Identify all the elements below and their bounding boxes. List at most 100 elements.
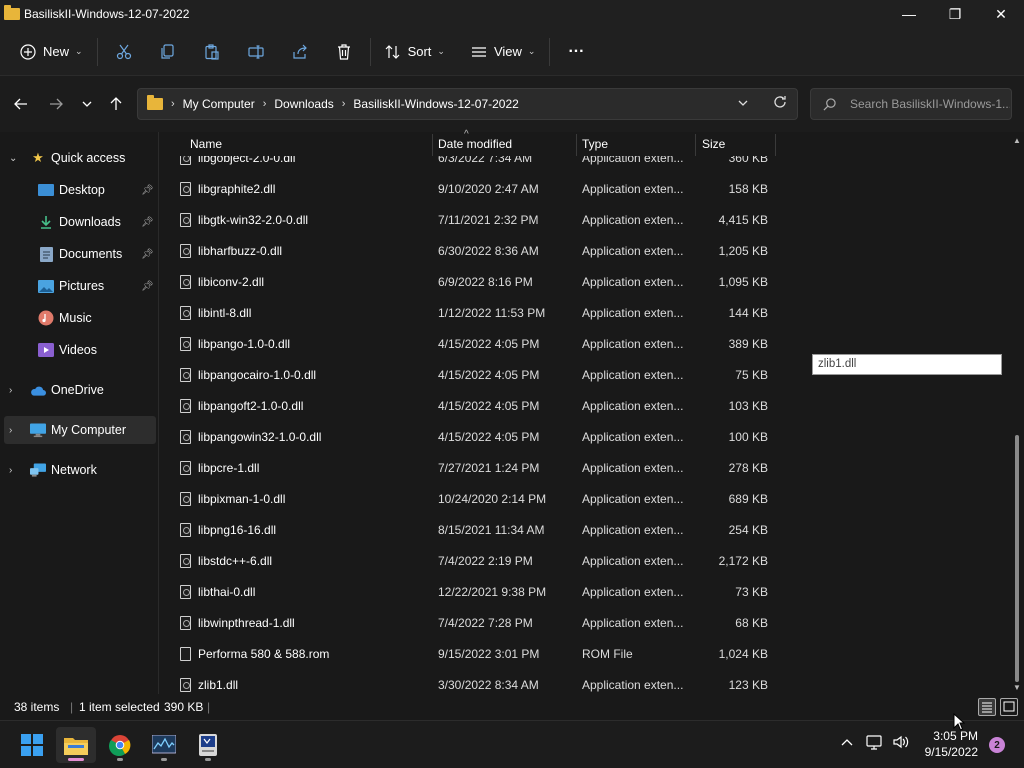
minimize-button[interactable]: — [886,0,932,28]
sidebar-item-onedrive[interactable]: › OneDrive [0,376,156,404]
sidebar-item-pictures[interactable]: Pictures 📌︎ [0,272,156,300]
file-date: 6/9/2022 8:16 PM [438,274,533,289]
network-status-icon[interactable] [866,734,884,753]
breadcrumb-my-computer[interactable]: My Computer [183,97,255,111]
recent-locations-button[interactable] [75,92,99,116]
file-row[interactable]: libpangocairo-1.0-0.dll 4/15/2022 4:05 PM… [162,359,776,390]
back-button[interactable] [9,92,33,116]
column-resize-handle[interactable] [695,134,696,156]
file-name: libintl-8.dll [198,305,252,320]
maximize-button[interactable]: ❐ [932,0,978,28]
refresh-icon[interactable] [773,95,787,113]
chevron-right-icon[interactable]: › [9,385,12,396]
paste-button[interactable] [190,34,234,70]
file-row[interactable]: Performa 580 & 588.rom 9/15/2022 3:01 PM R… [162,638,776,669]
file-row[interactable]: libpango-1.0-0.dll 4/15/2022 4:05 PM Appli… [162,328,776,359]
file-row[interactable]: libgobject-2.0-0.dll 6/3/2022 7:34 AM Appl… [162,156,776,173]
address-dropdown-icon[interactable] [737,97,749,112]
column-resize-handle[interactable] [775,134,776,156]
column-name-header[interactable]: Name [190,132,222,156]
tiles-view-toggle[interactable] [1000,698,1018,716]
close-button[interactable]: ✕ [978,0,1024,28]
file-size: 4,415 KB [718,212,768,227]
sidebar-item-quick-access[interactable]: ⌄ ★ Quick access [0,144,156,172]
sidebar-item-desktop[interactable]: Desktop 📌︎ [0,176,156,204]
more-options-button[interactable]: ··· [554,34,598,70]
videos-icon [38,342,54,358]
column-resize-handle[interactable] [432,134,433,156]
file-name: Performa 580 & 588.rom [198,646,330,661]
column-date-header[interactable]: Date modified [438,132,512,156]
show-hidden-icons-button[interactable] [840,735,854,750]
chevron-right-icon[interactable]: › [9,425,12,436]
breadcrumb-current-folder[interactable]: BasiliskII-Windows-12-07-2022 [353,97,518,111]
sidebar-item-documents[interactable]: Documents 📌︎ [0,240,156,268]
sidebar-item-downloads[interactable]: Downloads 📌︎ [0,208,156,236]
breadcrumb-downloads[interactable]: Downloads [274,97,333,111]
forward-button[interactable] [44,92,68,116]
pin-icon[interactable]: 📌︎ [141,281,154,292]
pin-icon[interactable]: 📌︎ [141,249,154,260]
file-row[interactable]: libstdc++-6.dll 7/4/2022 2:19 PM Applicati… [162,545,776,576]
pin-icon[interactable]: 📌︎ [141,185,154,196]
scroll-down-icon[interactable]: ▼ [1013,683,1021,692]
file-row[interactable]: libharfbuzz-0.dll 6/30/2022 8:36 AM Applic… [162,235,776,266]
volume-icon[interactable] [892,734,910,753]
taskbar-activity-monitor[interactable] [144,727,184,763]
pin-icon[interactable]: 📌︎ [141,217,154,228]
file-row[interactable]: libpcre-1.dll 7/27/2021 1:24 PM Applicatio… [162,452,776,483]
share-button[interactable] [278,34,322,70]
dll-file-icon [180,243,191,258]
sidebar-item-my-computer[interactable]: › My Computer [4,416,156,444]
start-button[interactable] [12,727,52,763]
file-size: 144 KB [728,305,768,320]
chevron-right-icon[interactable]: › [9,465,12,476]
documents-icon [38,246,54,262]
file-date: 3/30/2022 8:34 AM [438,677,539,692]
file-row[interactable]: libwinpthread-1.dll 7/4/2022 7:28 PM Appli… [162,607,776,638]
file-row[interactable]: libiconv-2.dll 6/9/2022 8:16 PM Applicatio… [162,266,776,297]
taskbar-chrome[interactable] [100,727,140,763]
view-button[interactable]: View ⌄ [461,34,546,70]
address-bar[interactable]: › My Computer › Downloads › BasiliskII-W… [137,88,798,120]
sidebar-item-videos[interactable]: Videos [0,336,156,364]
system-clock[interactable]: 3:05 PM 9/15/2022 [925,728,978,760]
filename-tooltip: zlib1.dll [812,354,1002,375]
file-row[interactable]: libthai-0.dll 12/22/2021 9:38 PM Applicati… [162,576,776,607]
new-button[interactable]: New ⌄ [10,34,93,70]
delete-button[interactable] [322,34,366,70]
search-input[interactable] [850,97,1010,111]
file-row[interactable]: libpangoft2-1.0-0.dll 4/15/2022 4:05 PM Ap… [162,390,776,421]
details-view-toggle[interactable] [978,698,996,716]
file-name: libpangocairo-1.0-0.dll [198,367,317,382]
file-row[interactable]: zlib1.dll 3/30/2022 8:34 AM Application ex… [162,669,776,694]
pane-divider[interactable] [158,132,159,694]
rename-button[interactable] [234,34,278,70]
file-row[interactable]: libgtk-win32-2.0-0.dll 7/11/2021 2:32 PM A… [162,204,776,235]
notification-badge[interactable]: 2 [989,737,1005,753]
file-row[interactable]: libpangowin32-1.0-0.dll 4/15/2022 4:05 PM… [162,421,776,452]
column-type-header[interactable]: Type [582,132,608,156]
column-resize-handle[interactable] [576,134,577,156]
search-box[interactable] [810,88,1012,120]
file-row[interactable]: libgraphite2.dll 9/10/2020 2:47 AM Applica… [162,173,776,204]
sort-button[interactable]: Sort ⌄ [375,34,455,70]
taskbar-basilisk[interactable] [188,727,228,763]
arrow-right-icon [50,98,63,110]
column-size-header[interactable]: Size [702,132,725,156]
taskbar-file-explorer[interactable] [56,727,96,763]
up-button[interactable] [104,92,128,116]
file-row[interactable]: libpixman-1-0.dll 10/24/2020 2:14 PM Appli… [162,483,776,514]
copy-button[interactable] [146,34,190,70]
file-row[interactable]: libpng16-16.dll 8/15/2021 11:34 AM Applica… [162,514,776,545]
sidebar-item-music[interactable]: Music [0,304,156,332]
vertical-scrollbar[interactable]: ▲ ▼ [1010,132,1024,694]
cut-button[interactable] [102,34,146,70]
file-row[interactable]: libintl-8.dll 1/12/2022 11:53 PM Applicati… [162,297,776,328]
sort-icon [385,44,399,59]
scroll-up-icon[interactable]: ▲ [1013,136,1021,145]
scroll-thumb[interactable] [1015,435,1019,682]
sidebar-item-network[interactable]: › Network [0,456,156,484]
chevron-down-icon[interactable]: ⌄ [9,153,17,164]
file-size: 103 KB [728,398,768,413]
